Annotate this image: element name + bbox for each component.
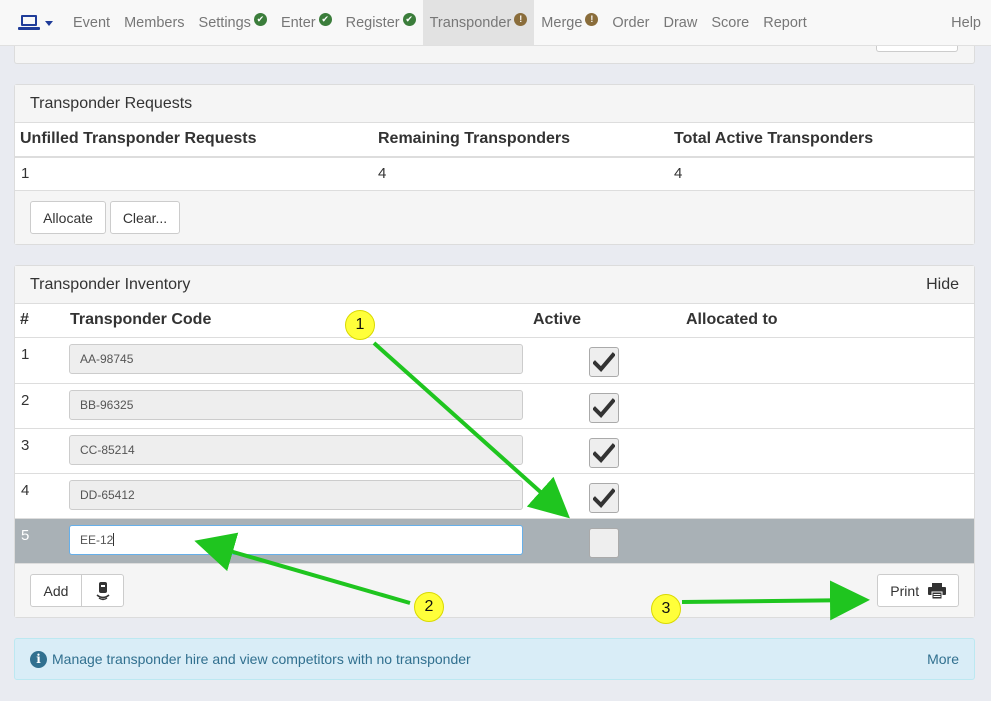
value-unfilled: 1 xyxy=(21,165,30,182)
check-circle-icon: ✔ xyxy=(318,13,332,26)
nav-draw[interactable]: Draw xyxy=(656,0,704,45)
callout-3: 3 xyxy=(651,594,681,624)
caret-down-icon xyxy=(45,20,53,26)
nav-settings[interactable]: Settings ✔ xyxy=(192,0,274,45)
print-label: Print xyxy=(890,582,920,599)
check-icon xyxy=(593,352,615,372)
value-total-active: 4 xyxy=(674,165,683,182)
transponder-code-input[interactable]: DD-65412 xyxy=(69,480,523,510)
callout-2: 2 xyxy=(414,592,444,622)
table-row[interactable]: 3 CC-85214 xyxy=(15,428,974,473)
nav-label: Transponder xyxy=(429,14,512,31)
check-icon xyxy=(593,488,615,508)
transponder-code-input[interactable]: BB-96325 xyxy=(69,390,523,420)
requests-heading: Transponder Requests xyxy=(15,85,974,123)
requests-footer: Allocate Clear... xyxy=(15,190,974,244)
col-active: Active xyxy=(533,311,582,328)
scan-button[interactable] xyxy=(81,574,124,607)
nav-label: Members xyxy=(124,14,185,31)
active-checkbox[interactable] xyxy=(589,438,619,468)
info-icon: i xyxy=(30,650,47,668)
value-remaining: 4 xyxy=(378,165,387,182)
transponder-code-value: EE-12 xyxy=(80,533,114,547)
more-link[interactable]: More xyxy=(927,651,959,667)
transponder-code-input[interactable]: CC-85214 xyxy=(69,435,523,465)
check-circle-icon: ✔ xyxy=(253,13,267,26)
exclamation-circle-icon: ! xyxy=(585,13,599,26)
col-allocated-to: Allocated to xyxy=(686,311,778,328)
table-row[interactable]: 1 AA-98745 xyxy=(15,338,974,383)
row-number: 5 xyxy=(21,527,30,544)
inventory-heading: Transponder Inventory Hide xyxy=(15,266,974,304)
brand-menu[interactable] xyxy=(0,0,66,45)
nav-label: Score xyxy=(711,14,750,31)
transponder-scan-icon xyxy=(95,581,110,600)
transponder-code-value: CC-85214 xyxy=(80,443,135,457)
nav-label: Merge xyxy=(541,14,583,31)
active-checkbox[interactable] xyxy=(589,393,619,423)
transponder-code-input[interactable]: AA-98745 xyxy=(69,344,523,374)
active-checkbox[interactable] xyxy=(589,483,619,513)
col-unfilled-requests: Unfilled Transponder Requests xyxy=(20,130,257,147)
info-alert: i Manage transponder hire and view compe… xyxy=(14,638,975,680)
nav-label: Register xyxy=(345,14,400,31)
check-icon xyxy=(593,443,615,463)
transponder-code-input[interactable]: EE-12 xyxy=(69,525,523,555)
print-button[interactable]: Print xyxy=(877,574,959,607)
col-transponder-code: Transponder Code xyxy=(70,311,212,328)
active-checkbox[interactable] xyxy=(589,528,619,558)
row-number: 2 xyxy=(21,392,30,409)
transponder-code-value: BB-96325 xyxy=(80,398,134,412)
exclamation-circle-icon: ! xyxy=(514,13,528,26)
nav-label: Order xyxy=(612,14,650,31)
printer-icon xyxy=(927,582,946,599)
nav-label: Settings xyxy=(198,14,251,31)
transponder-code-value: AA-98745 xyxy=(80,352,134,366)
callout-1: 1 xyxy=(345,310,375,340)
nav-label: Draw xyxy=(663,14,698,31)
add-button[interactable]: Add xyxy=(30,574,82,607)
nav-transponder[interactable]: Transponder! xyxy=(422,0,535,45)
nav-members[interactable]: Members xyxy=(117,0,191,45)
col-remaining-transponders: Remaining Transponders xyxy=(378,130,571,147)
nav-label: Report xyxy=(763,14,807,31)
row-number: 3 xyxy=(21,437,30,454)
nav-score[interactable]: Score xyxy=(704,0,756,45)
transponder-inventory-panel: Transponder Inventory Hide # Transponder… xyxy=(14,265,975,618)
laptop-icon xyxy=(18,14,40,30)
col-number: # xyxy=(20,311,29,328)
nav-help[interactable]: Help xyxy=(944,0,991,45)
info-text: Manage transponder hire and view competi… xyxy=(52,651,471,667)
allocate-button[interactable]: Allocate xyxy=(30,201,106,234)
table-row[interactable]: 4 DD-65412 xyxy=(15,473,974,518)
nav-register[interactable]: Register ✔ xyxy=(339,0,423,45)
table-row[interactable]: 2 BB-96325 xyxy=(15,383,974,428)
nav-label: Event xyxy=(73,14,111,31)
nav-report[interactable]: Report xyxy=(756,0,814,45)
check-circle-icon: ✔ xyxy=(402,13,416,26)
hide-link[interactable]: Hide xyxy=(926,276,959,294)
transponder-code-value: DD-65412 xyxy=(80,488,135,502)
table-row[interactable]: 5 EE-12 xyxy=(15,518,974,563)
nav-enter[interactable]: Enter ✔ xyxy=(274,0,339,45)
nav-merge[interactable]: Merge! xyxy=(534,0,605,45)
text-caret xyxy=(113,533,115,546)
row-number: 1 xyxy=(21,346,30,363)
check-icon xyxy=(593,398,615,418)
row-number: 4 xyxy=(21,482,30,499)
panel-title: Transponder Requests xyxy=(30,94,193,112)
col-total-active: Total Active Transponders xyxy=(674,130,874,147)
transponder-requests-panel: Transponder Requests Unfilled Transponde… xyxy=(14,84,975,245)
nav-order[interactable]: Order xyxy=(605,0,656,45)
active-checkbox[interactable] xyxy=(589,347,619,377)
panel-title: Transponder Inventory xyxy=(30,275,191,293)
clear-button[interactable]: Clear... xyxy=(110,201,180,234)
nav-label: Enter xyxy=(280,14,316,31)
nav-event[interactable]: Event xyxy=(66,0,117,45)
top-navbar: Event Members Settings ✔ Enter ✔ Register ✔ Tran… xyxy=(0,0,991,46)
inventory-footer: Add Print xyxy=(15,563,974,617)
